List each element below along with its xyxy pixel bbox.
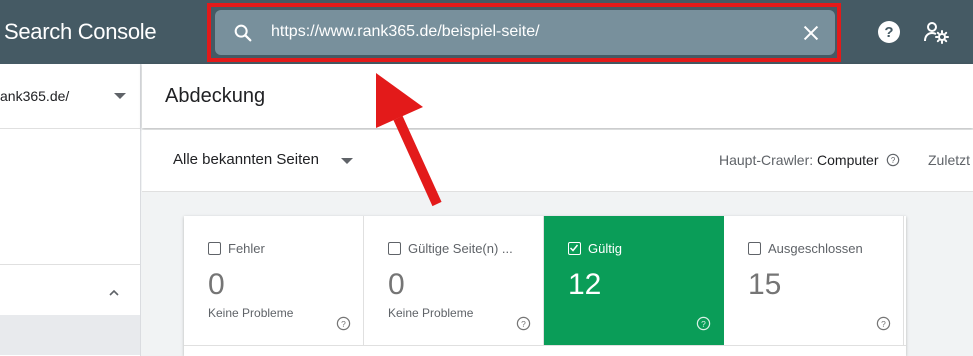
filter-bar: Alle bekannten Seiten Haupt-Crawler: Com… bbox=[142, 130, 973, 192]
card-subtext: Keine Probleme bbox=[388, 306, 474, 320]
cards-divider bbox=[184, 345, 906, 346]
card-subtext: Keine Probleme bbox=[208, 306, 294, 320]
chevron-up-icon[interactable] bbox=[107, 286, 121, 300]
card-count: 15 bbox=[748, 268, 782, 301]
page-header: Abdeckung bbox=[142, 64, 973, 128]
status-card-valid[interactable]: Gültig 12 ? bbox=[544, 216, 724, 345]
svg-text:?: ? bbox=[891, 156, 896, 165]
card-count: 0 bbox=[388, 268, 405, 301]
help-icon[interactable]: ? bbox=[877, 20, 901, 44]
svg-text:?: ? bbox=[884, 24, 893, 41]
svg-text:?: ? bbox=[881, 319, 886, 329]
search-icon bbox=[234, 24, 252, 42]
close-icon[interactable] bbox=[800, 22, 822, 44]
admin-settings-icon[interactable] bbox=[924, 20, 950, 44]
card-label: Fehler bbox=[228, 241, 265, 256]
status-card-errors[interactable]: Fehler 0 Keine Probleme ? bbox=[184, 216, 364, 345]
help-outline-icon[interactable]: ? bbox=[516, 316, 531, 331]
crawler-value: Computer bbox=[817, 152, 879, 168]
svg-text:?: ? bbox=[521, 319, 526, 329]
crawler-label: Haupt-Crawler: bbox=[719, 152, 814, 168]
status-card-excluded[interactable]: Ausgeschlossen 15 ? bbox=[724, 216, 904, 345]
checkbox-icon[interactable] bbox=[208, 242, 221, 255]
primary-crawler-info: Haupt-Crawler: Computer ? bbox=[719, 152, 900, 168]
help-outline-icon[interactable]: ? bbox=[886, 153, 900, 167]
status-card-valid-with-warnings[interactable]: Gültige Seite(n) ... 0 Keine Probleme ? bbox=[364, 216, 544, 345]
help-outline-icon[interactable]: ? bbox=[336, 316, 351, 331]
checkbox-icon[interactable] bbox=[388, 242, 401, 255]
card-label: Gültig bbox=[588, 241, 622, 256]
filter-selected-label: Alle bekannten Seiten bbox=[173, 151, 319, 168]
page-title: Abdeckung bbox=[165, 85, 266, 107]
card-count: 0 bbox=[208, 268, 225, 301]
search-input[interactable]: https://www.rank365.de/beispiel-seite/ bbox=[271, 23, 540, 41]
checkbox-icon[interactable] bbox=[748, 242, 761, 255]
top-app-bar: Search Console https://www.rank365.de/be… bbox=[0, 0, 973, 64]
url-inspection-search[interactable]: https://www.rank365.de/beispiel-seite/ bbox=[215, 10, 835, 55]
dropdown-arrow-icon bbox=[114, 93, 126, 99]
checkmark-icon bbox=[569, 244, 579, 252]
property-selector[interactable]: ank365.de/ bbox=[0, 64, 140, 129]
checkbox-icon[interactable] bbox=[568, 242, 581, 255]
card-label: Ausgeschlossen bbox=[768, 241, 863, 256]
sidebar-divider bbox=[0, 264, 140, 265]
card-count: 12 bbox=[568, 268, 602, 301]
app-title[interactable]: Search Console bbox=[4, 19, 157, 45]
last-update-label: Zuletzt bbox=[928, 152, 971, 168]
svg-text:?: ? bbox=[341, 319, 346, 329]
search-highlight-frame: https://www.rank365.de/beispiel-seite/ bbox=[207, 3, 841, 62]
sidebar-item-active[interactable] bbox=[0, 315, 140, 355]
coverage-status-cards: Fehler 0 Keine Probleme ? Gültige Seite(… bbox=[184, 216, 906, 356]
help-outline-icon[interactable]: ? bbox=[876, 316, 891, 331]
help-outline-icon[interactable]: ? bbox=[696, 316, 711, 331]
dropdown-arrow-icon bbox=[341, 158, 353, 164]
pages-filter-dropdown[interactable]: Alle bekannten Seiten bbox=[173, 151, 353, 173]
property-name: ank365.de/ bbox=[0, 88, 70, 104]
card-label: Gültige Seite(n) ... bbox=[408, 241, 513, 256]
svg-text:?: ? bbox=[701, 319, 706, 329]
sidebar: ank365.de/ bbox=[0, 64, 141, 356]
